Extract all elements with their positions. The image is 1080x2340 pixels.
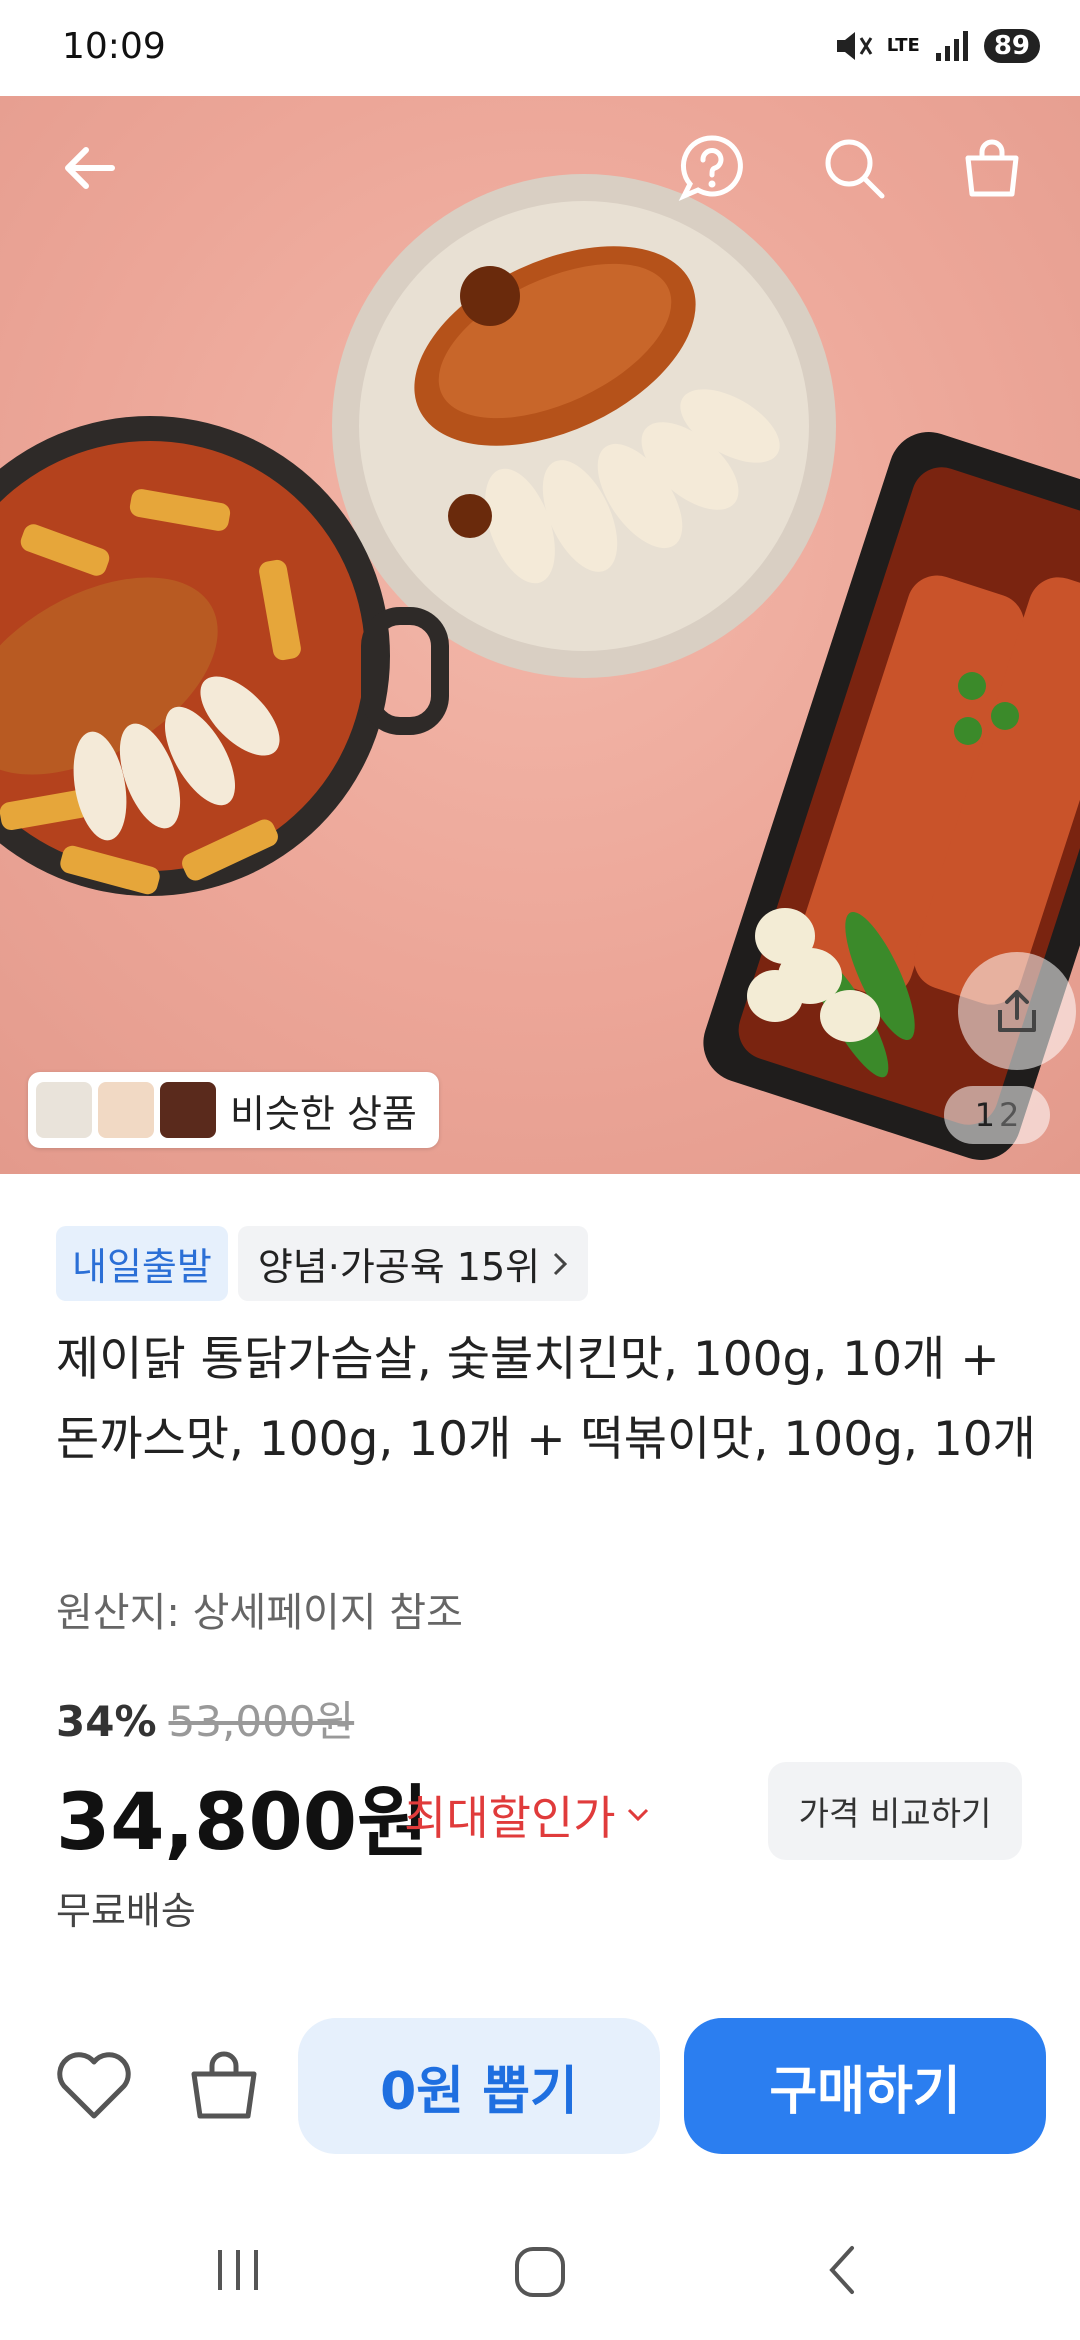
share-icon [998,990,1036,1032]
similar-thumb-2 [98,1082,154,1138]
buy-button[interactable]: 구매하기 [684,2018,1046,2154]
similar-thumb-1 [36,1082,92,1138]
delivery-badge: 내일출발 [56,1226,228,1301]
help-button[interactable] [676,132,748,204]
status-icons: LTE 89 [833,28,1040,64]
share-button[interactable] [958,952,1076,1070]
similar-products-chip[interactable]: 비슷한 상품 [28,1072,439,1148]
price-compare-button[interactable]: 가격 비교하기 [768,1762,1022,1860]
origin-info: 원산지: 상세페이지 참조 [56,1590,463,1636]
status-time: 10:09 [62,26,166,67]
arrow-left-icon [65,147,115,189]
shipping-info: 무료배송 [56,1889,196,1933]
network-label: LTE [886,35,920,56]
battery-indicator: 89 [983,29,1040,63]
image-page-indicator: 1 2 [944,1086,1050,1144]
discount-row: 34% 53,000원 [56,1688,354,1749]
status-bar: 10:09 LTE 89 [0,0,1080,96]
recent-apps-icon[interactable] [210,2242,266,2298]
sale-price: 34,800원 [56,1778,429,1868]
zero-won-draw-button[interactable]: 0원 뽑기 [298,2018,660,2154]
page-current: 1 [974,1096,995,1134]
mute-icon [836,32,873,60]
back-nav-icon[interactable] [816,2242,872,2298]
similar-products-label: 비슷한 상품 [230,1091,417,1136]
add-to-cart-icon[interactable] [186,2046,262,2122]
shopping-bag-icon [965,139,1019,197]
food-illustration [0,174,1080,1160]
original-price: 53,000원 [168,1697,355,1746]
similar-thumb-3 [160,1082,216,1138]
chevron-right-icon [554,1252,568,1275]
page-total: 2 [999,1096,1020,1134]
max-discount-label: 최대할인가 [404,1791,616,1845]
system-nav-bar [0,2200,1080,2340]
category-rank-label: 양념·가공육 15위 [257,1245,541,1289]
category-rank-badge[interactable]: 양념·가공육 15위 [237,1226,589,1301]
search-icon [825,139,885,199]
product-image[interactable]: 비슷한 상품 1 2 [0,96,1080,1174]
signal-icon [935,31,968,61]
product-title: 제이닭 통닭가슴살, 숯불치킨맛, 100g, 10개 + 돈까스맛, 100g… [56,1332,1036,1467]
chevron-down-icon [627,1808,648,1822]
max-discount-toggle[interactable]: 최대할인가 [404,1782,650,1848]
search-button[interactable] [818,132,890,204]
cart-button[interactable] [956,132,1028,204]
home-icon[interactable] [510,2242,570,2302]
discount-percent: 34% [56,1697,157,1746]
question-icon [678,135,743,201]
wishlist-heart-icon[interactable] [54,2050,134,2122]
back-button[interactable] [54,132,126,204]
badge-row: 내일출발 양념·가공육 15위 [56,1226,589,1301]
